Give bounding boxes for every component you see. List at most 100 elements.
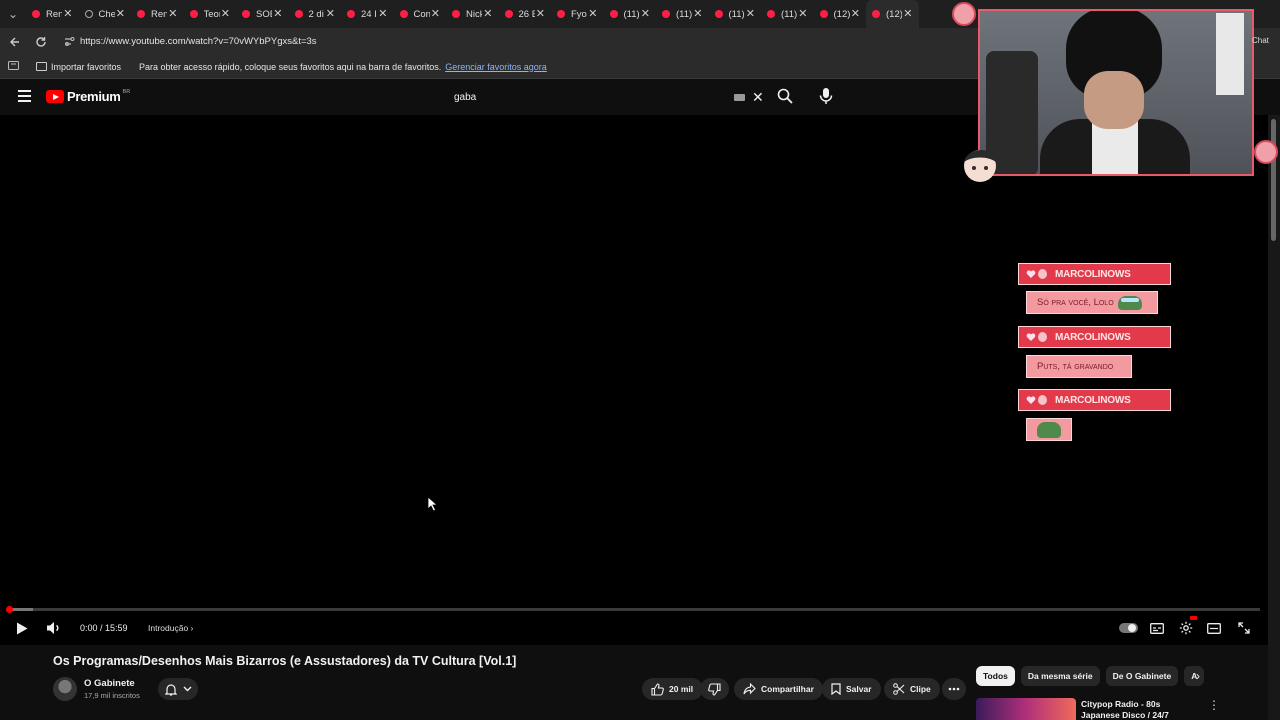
tab-title: (11)	[623, 8, 640, 20]
youtube-favicon-icon	[189, 10, 198, 18]
browser-tab[interactable]: (11) ✕	[604, 0, 657, 28]
browser-tab[interactable]: Fyo ✕	[551, 0, 604, 28]
save-button[interactable]: Salvar	[822, 678, 881, 700]
save-label: Salvar	[846, 684, 872, 694]
recommendation-menu-icon[interactable]: ⋮	[1208, 698, 1220, 712]
close-tab-icon[interactable]: ✕	[168, 7, 177, 20]
close-tab-icon[interactable]: ✕	[431, 7, 440, 20]
sidebar-toggle-icon[interactable]	[8, 60, 22, 73]
close-tab-icon[interactable]: ✕	[326, 7, 335, 20]
microphone-icon[interactable]	[818, 86, 834, 106]
youtube-favicon-icon	[557, 10, 565, 18]
browser-tab[interactable]: Chel✕	[79, 0, 132, 28]
chapter-button[interactable]: Introdução ›	[148, 623, 193, 633]
tab-search-chevron-icon[interactable]: ⌄	[0, 0, 26, 28]
clear-search-icon[interactable]: ✕	[752, 89, 764, 106]
share-button[interactable]: Compartilhar	[734, 678, 823, 700]
notification-bell-button[interactable]	[158, 678, 198, 700]
site-info-icon[interactable]	[64, 36, 76, 48]
close-tab-icon[interactable]: ✕	[798, 7, 807, 20]
reload-icon[interactable]	[30, 31, 52, 53]
progress-bar[interactable]	[6, 606, 1260, 613]
clip-button[interactable]: Clipe	[884, 678, 940, 700]
dislike-button[interactable]	[700, 678, 729, 700]
close-tab-icon[interactable]: ✕	[693, 7, 702, 20]
manage-bookmarks-link[interactable]: Gerenciar favoritos agora	[445, 62, 547, 72]
more-actions-button[interactable]	[942, 678, 966, 700]
close-tab-icon[interactable]: ✕	[746, 7, 755, 20]
browser-tab[interactable]: Teor✕	[184, 0, 237, 28]
close-tab-icon[interactable]: ✕	[851, 7, 860, 20]
menu-icon[interactable]	[18, 90, 31, 102]
search-input[interactable]: gaba	[454, 92, 476, 103]
browser-tab[interactable]: (12) ✕	[814, 0, 867, 28]
chat-message-bubble	[1026, 418, 1072, 441]
close-tab-icon[interactable]: ✕	[116, 7, 125, 20]
browser-tab[interactable]: SOE✕	[236, 0, 289, 28]
heart-badge-icon	[1026, 333, 1036, 341]
theater-mode-icon[interactable]	[1206, 618, 1222, 638]
close-tab-icon[interactable]: ✕	[588, 7, 597, 20]
video-player[interactable]: 0:00 / 15:59 Introdução ›	[0, 115, 1268, 645]
channel-name[interactable]: O Gabinete	[84, 678, 135, 689]
close-tab-icon[interactable]: ✕	[483, 7, 492, 20]
tab-title: (12)	[833, 8, 850, 20]
browser-tab[interactable]: Con ✕	[394, 0, 447, 28]
url-field[interactable]: https://www.youtube.com/watch?v=70vWYbPY…	[58, 32, 958, 52]
close-tab-icon[interactable]: ✕	[63, 7, 72, 20]
close-tab-icon[interactable]: ✕	[536, 7, 545, 20]
filter-chip[interactable]: Todos	[976, 666, 1015, 686]
youtube-premium-logo[interactable]: Premium BR	[46, 89, 130, 104]
close-tab-icon[interactable]: ✕	[221, 7, 230, 20]
youtube-favicon-icon	[504, 10, 513, 18]
browser-tab[interactable]: Reni✕	[131, 0, 184, 28]
recommendation-thumbnail[interactable]	[976, 698, 1076, 720]
share-icon	[743, 683, 756, 695]
scrollbar-thumb[interactable]	[1271, 119, 1276, 241]
subtitles-icon[interactable]	[1149, 618, 1165, 638]
webcam-overlay	[978, 9, 1254, 176]
browser-tab[interactable]: 24 I ✕	[341, 0, 394, 28]
back-arrow-icon[interactable]	[4, 31, 26, 53]
fullscreen-icon[interactable]	[1236, 618, 1252, 638]
avatar-badge-icon	[1038, 269, 1047, 279]
browser-tab[interactable]: 2 di ✕	[289, 0, 342, 28]
browser-tab[interactable]: Reni✕	[26, 0, 79, 28]
chat-username: MARCOLINOWS	[1055, 394, 1131, 406]
folder-icon	[36, 62, 47, 71]
like-button[interactable]: 20 mil	[642, 678, 704, 700]
filter-chip[interactable]: De O Gabinete	[1105, 666, 1179, 686]
browser-tab[interactable]: (11) ✕	[761, 0, 814, 28]
channel-avatar[interactable]	[53, 677, 77, 701]
scrubber-handle[interactable]	[6, 606, 13, 613]
import-bookmarks-button[interactable]: Importar favoritos	[36, 62, 121, 72]
search-box[interactable]: gaba ✕	[446, 86, 766, 108]
logo-text: Premium	[67, 89, 121, 104]
volume-icon[interactable]	[45, 618, 63, 638]
play-button[interactable]	[14, 618, 30, 638]
browser-tab[interactable]: Nick✕	[446, 0, 499, 28]
chat-label[interactable]: Chat	[1252, 36, 1269, 45]
browser-tab[interactable]: (12) ✕	[866, 0, 919, 28]
autoplay-toggle[interactable]	[1119, 623, 1138, 633]
close-tab-icon[interactable]: ✕	[641, 7, 650, 20]
settings-gear-icon[interactable]	[1178, 616, 1197, 638]
tab-title: Nick	[466, 8, 482, 20]
browser-tab[interactable]: (11) ✕	[656, 0, 709, 28]
tab-title: Reni	[151, 8, 167, 20]
recommendation-title[interactable]: Citypop Radio - 80s Japanese Disco / 24/…	[1081, 699, 1201, 720]
browser-tab[interactable]: (11) ✕	[709, 0, 762, 28]
browser-tab[interactable]: 26 E✕	[499, 0, 552, 28]
youtube-favicon-icon	[819, 10, 828, 18]
search-icon[interactable]	[777, 88, 793, 104]
tab-title: 24 I	[361, 8, 377, 20]
chips-next-icon[interactable]: ›	[1196, 669, 1200, 683]
page-scrollbar[interactable]	[1268, 115, 1280, 720]
youtube-favicon-icon	[662, 10, 670, 18]
close-tab-icon[interactable]: ✕	[378, 7, 387, 20]
close-tab-icon[interactable]: ✕	[273, 7, 282, 20]
close-tab-icon[interactable]: ✕	[903, 7, 912, 20]
keyboard-icon[interactable]	[734, 94, 745, 101]
filter-chip[interactable]: Da mesma série	[1020, 666, 1100, 686]
filter-chip[interactable]: A	[1184, 666, 1205, 686]
